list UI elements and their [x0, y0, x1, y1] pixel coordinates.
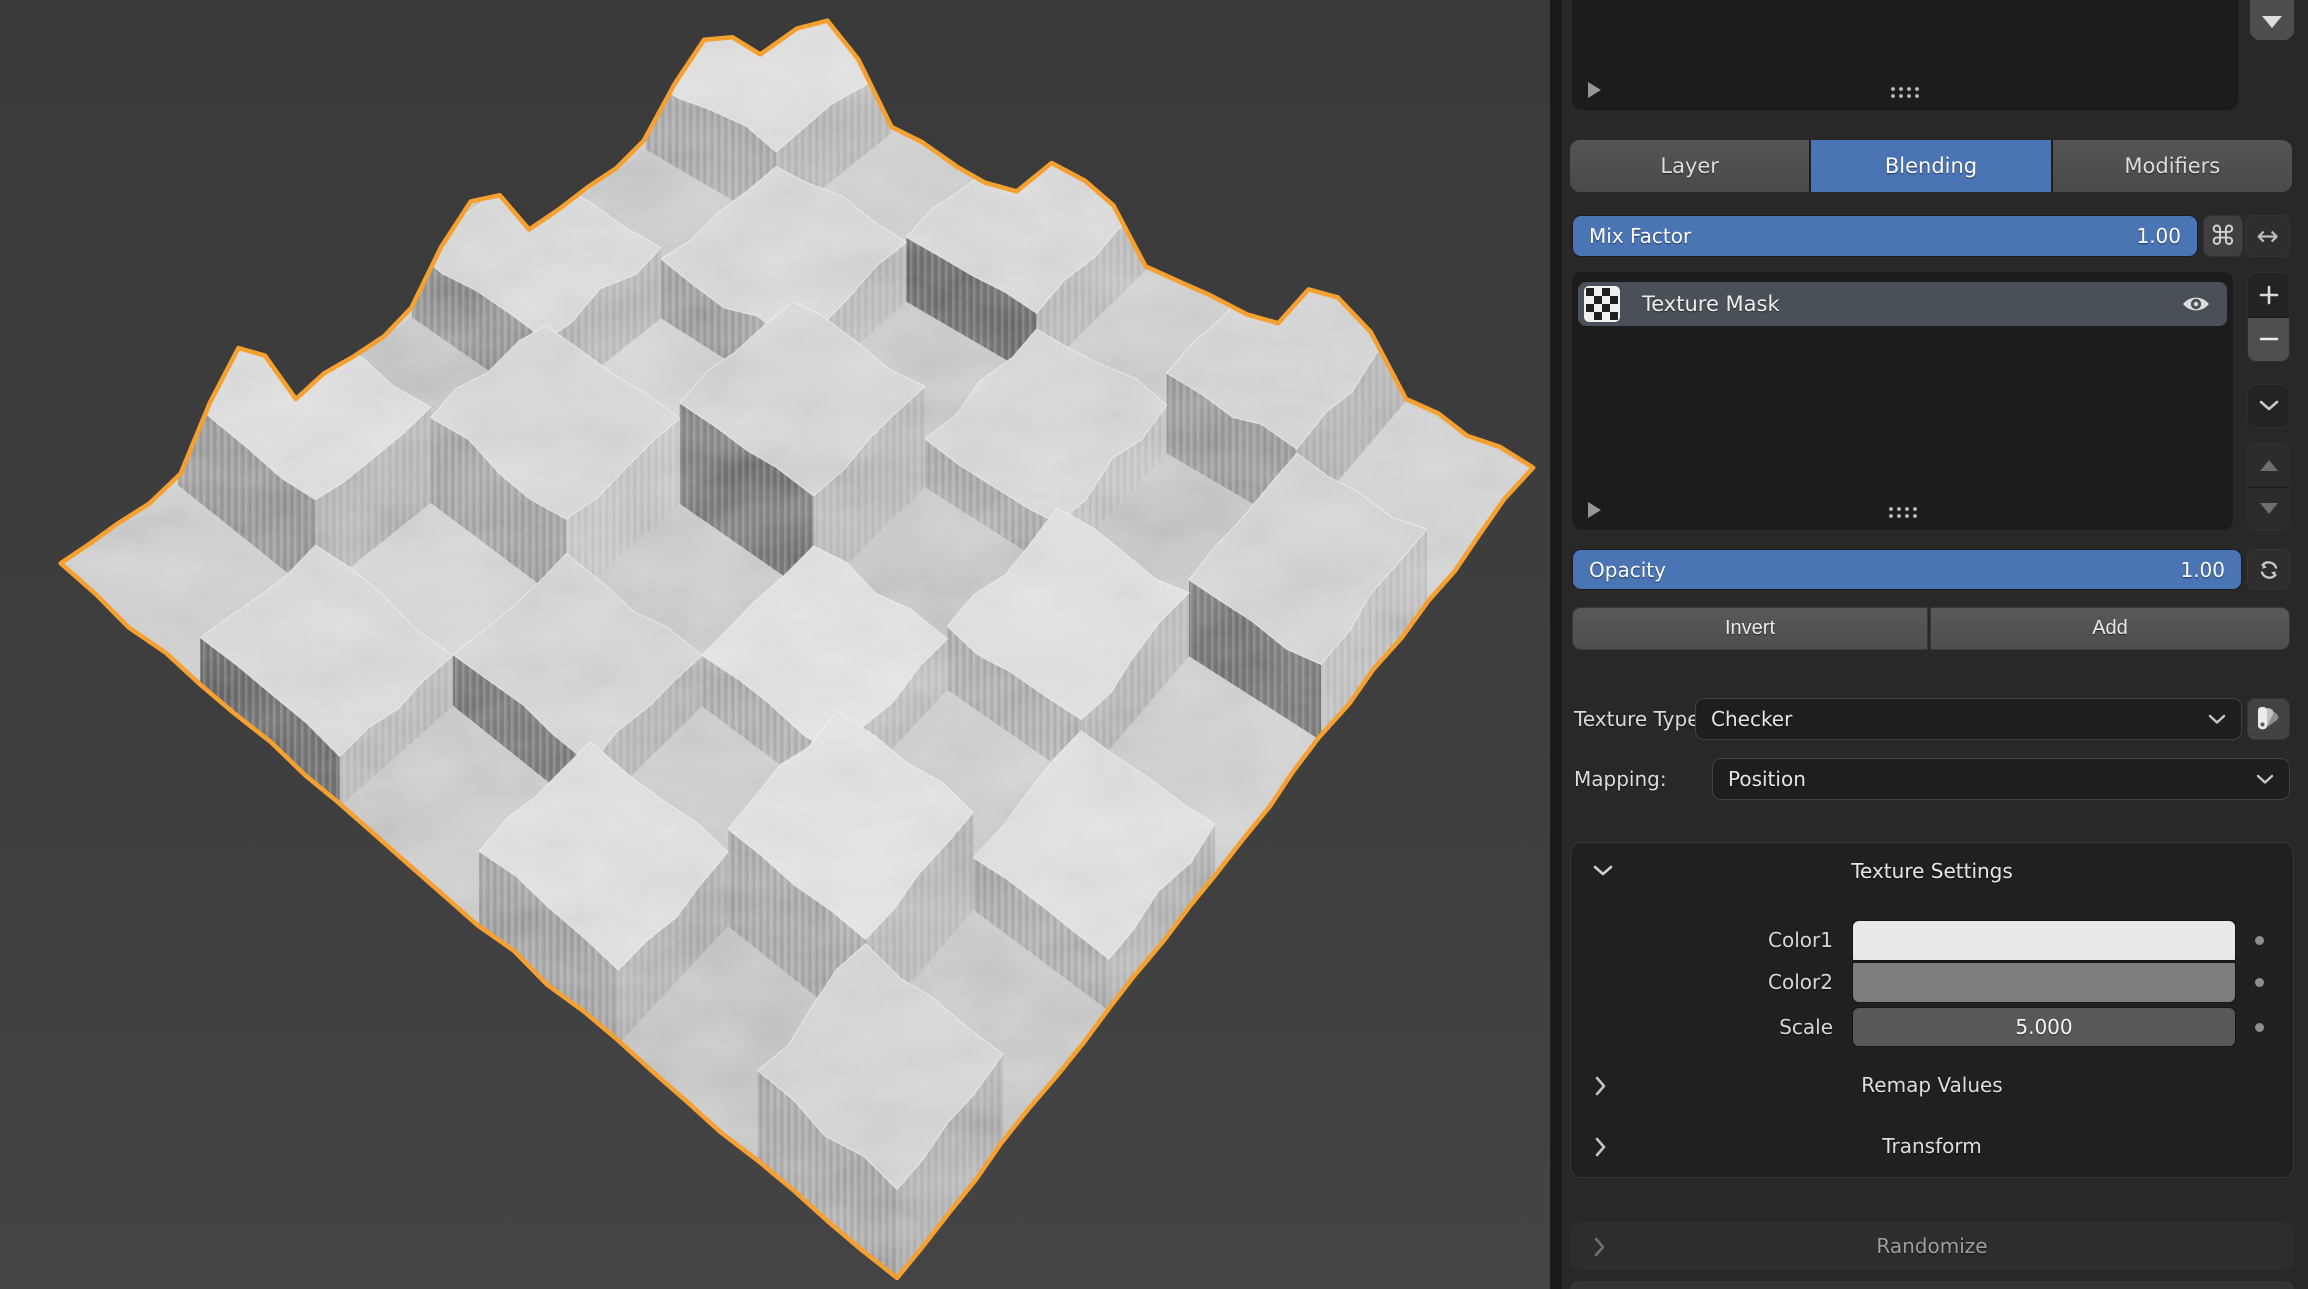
chevron-down-icon: [2208, 714, 2226, 725]
chevron-right-icon: [1595, 1076, 1607, 1096]
subpanel-title: Transform: [1571, 1124, 2293, 1168]
scale-number-field[interactable]: 5.000: [1852, 1007, 2236, 1047]
transform-subpanel[interactable]: Transform: [1571, 1124, 2293, 1168]
next-panel-edge: [1570, 1281, 2294, 1289]
driver-icon[interactable]: ⌘: [2203, 215, 2243, 257]
palette-swatch-icon: [2253, 704, 2285, 734]
invert-button[interactable]: Invert: [1572, 607, 1928, 650]
tab-label: Blending: [1885, 154, 1977, 178]
terrain-mesh[interactable]: [0, 0, 1550, 1289]
chevron-down-icon: [1593, 865, 1613, 877]
minus-icon: [2258, 328, 2280, 350]
slider-value: 1.00: [2136, 224, 2181, 248]
properties-panel: Layer Blending Modifiers Mix Factor 1.00…: [1562, 0, 2308, 1289]
driver-glyph: ⌘: [2210, 221, 2237, 252]
add-item-button[interactable]: [2248, 273, 2289, 317]
disclosure-triangle-icon[interactable]: [1588, 82, 1601, 98]
decorator-dot-icon[interactable]: [2255, 1023, 2264, 1032]
button-label: Invert: [1725, 617, 1775, 640]
slider-label: Mix Factor: [1589, 224, 1691, 248]
mapping-label: Mapping:: [1574, 758, 1667, 800]
editor-divider[interactable]: [1550, 0, 1562, 1289]
chevron-down-icon: [2256, 774, 2274, 785]
list-add-remove: [2247, 272, 2290, 362]
disclosure-triangle-icon[interactable]: [1588, 502, 1601, 518]
triangle-down-icon: [2260, 503, 2278, 514]
refresh-arrows: [2256, 557, 2282, 583]
tab-bar: Layer Blending Modifiers: [1570, 140, 2292, 192]
color1-label: Color1: [1571, 920, 1833, 961]
list-reorder: [2247, 443, 2290, 531]
remove-item-button[interactable]: [2248, 318, 2289, 362]
decorator-dot-icon[interactable]: [2255, 978, 2264, 987]
color2-swatch[interactable]: [1852, 962, 2236, 1003]
remap-values-subpanel[interactable]: Remap Values: [1571, 1063, 2293, 1107]
plus-icon: [2258, 284, 2280, 306]
resize-grip-icon[interactable]: [1886, 505, 1920, 520]
move-down-button[interactable]: [2248, 488, 2289, 531]
chevron-right-icon: [1595, 1137, 1607, 1157]
chevron-right-icon: [1594, 1237, 1606, 1257]
scale-value: 5.000: [2015, 1015, 2072, 1039]
texture-type-label: Texture Type:: [1574, 698, 1706, 740]
texture-mask-list: Texture Mask: [1572, 272, 2233, 530]
panel-title: Randomize: [1570, 1222, 2294, 1270]
resize-grip-icon[interactable]: [1888, 85, 1922, 100]
subpanel-title: Remap Values: [1571, 1063, 2293, 1107]
texture-type-dropdown[interactable]: Checker: [1695, 698, 2242, 740]
texture-mask-item[interactable]: Texture Mask: [1578, 282, 2227, 326]
randomize-panel[interactable]: Randomize: [1570, 1222, 2294, 1270]
slider-value: 1.00: [2180, 558, 2225, 582]
swap-arrows-icon[interactable]: ↔: [2245, 215, 2290, 257]
texture-settings-panel: Texture Settings Color1 Color2 Scale 5.0…: [1570, 842, 2294, 1178]
3d-viewport[interactable]: [0, 0, 1550, 1289]
list-specials-button[interactable]: [2247, 384, 2290, 428]
blender-window: Layer Blending Modifiers Mix Factor 1.00…: [0, 0, 2308, 1289]
triangle-down-icon: [2262, 16, 2282, 28]
tab-blending[interactable]: Blending: [1811, 140, 2050, 192]
texture-settings-header[interactable]: Texture Settings: [1571, 843, 2293, 897]
texture-mask-name: Texture Mask: [1642, 292, 1780, 316]
slider-label: Opacity: [1589, 558, 1666, 582]
move-up-button[interactable]: [2248, 444, 2289, 487]
refresh-cycle-icon[interactable]: [2247, 549, 2290, 590]
dropdown-value: Checker: [1711, 707, 1792, 731]
visibility-eye-icon[interactable]: [2181, 293, 2211, 315]
button-label: Add: [2092, 617, 2128, 640]
color2-label: Color2: [1571, 962, 1833, 1003]
add-button[interactable]: Add: [1930, 607, 2290, 650]
chevron-down-icon: [2259, 400, 2279, 412]
panel-title: Texture Settings: [1571, 843, 2293, 899]
tab-label: Layer: [1660, 154, 1719, 178]
texture-datablock-icon[interactable]: [2247, 698, 2290, 740]
dropdown-value: Position: [1728, 767, 1806, 791]
mapping-dropdown[interactable]: Position: [1712, 758, 2290, 800]
decorator-dot-icon[interactable]: [2255, 936, 2264, 945]
scale-label: Scale: [1571, 1007, 1833, 1047]
tab-layer[interactable]: Layer: [1570, 140, 1809, 192]
panel-collapse-button[interactable]: [2250, 0, 2294, 40]
tab-label: Modifiers: [2124, 154, 2220, 178]
checker-texture-icon: [1584, 286, 1620, 322]
swap-glyph: ↔: [2256, 221, 2279, 252]
mix-factor-slider[interactable]: Mix Factor 1.00: [1572, 215, 2198, 257]
tab-modifiers[interactable]: Modifiers: [2053, 140, 2292, 192]
opacity-slider[interactable]: Opacity 1.00: [1572, 549, 2242, 590]
color1-swatch[interactable]: [1852, 920, 2236, 961]
upper-list-box: [1572, 0, 2238, 110]
triangle-up-icon: [2260, 460, 2278, 471]
